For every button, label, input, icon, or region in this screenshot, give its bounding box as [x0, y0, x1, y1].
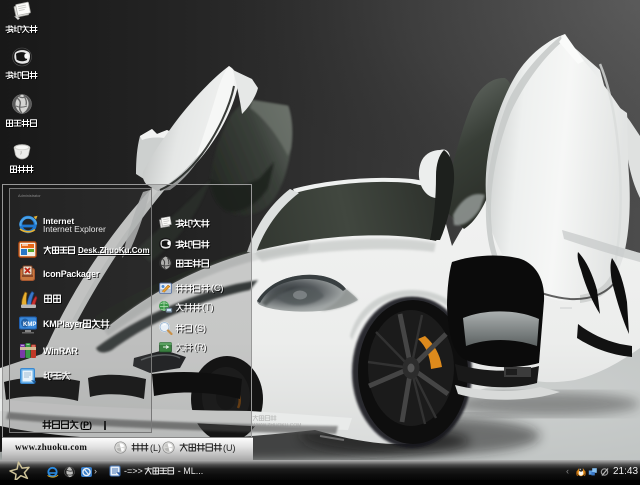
svg-text:KMP: KMP — [23, 322, 36, 328]
